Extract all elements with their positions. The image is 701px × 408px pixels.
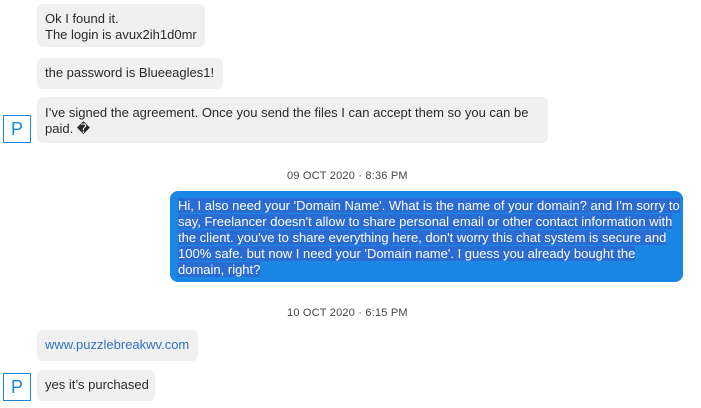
incoming-message-bubble: www.puzzlebreakwv.com — [37, 330, 198, 361]
outgoing-message-bubble: Hi, I also need your 'Domain Name'. What… — [170, 191, 683, 282]
incoming-message-bubble: yes it’s purchased — [37, 370, 155, 401]
user-avatar[interactable]: P — [3, 115, 31, 143]
message-text: domain, right? — [178, 262, 675, 278]
message-text: the client. you've to share everything h… — [178, 230, 675, 246]
selected-text: say, Freelancer doesn't allow to share p… — [178, 214, 673, 229]
message-link[interactable]: www.puzzlebreakwv.com — [45, 337, 190, 353]
selected-text: domain, right? — [178, 262, 261, 277]
date-separator: 10 OCT 2020 · 6:15 PM — [287, 307, 408, 319]
selected-text: 100% safe. but now I need your 'Domain n… — [178, 246, 636, 261]
incoming-message-bubble: I’ve signed the agreement. Once you send… — [37, 97, 548, 143]
message-text: The login is avux2ih1d0mr — [45, 27, 197, 42]
message-text: yes it’s purchased — [45, 377, 149, 392]
avatar-initial: P — [10, 377, 23, 397]
user-avatar[interactable]: P — [3, 373, 31, 401]
message-text: Ok I found it. — [45, 11, 119, 26]
message-text: I’ve signed the agreement. Once you send… — [45, 105, 529, 120]
chat-thread: Ok I found it. The login is avux2ih1d0mr… — [0, 0, 701, 408]
incoming-message-bubble: the password is Blueeagles1! — [37, 58, 223, 89]
message-text: 100% safe. but now I need your 'Domain n… — [178, 246, 675, 262]
selected-text: Hi, I also need your 'Domain Name'. What… — [178, 198, 680, 213]
message-text: say, Freelancer doesn't allow to share p… — [178, 214, 675, 230]
date-separator: 09 OCT 2020 · 8:36 PM — [287, 170, 408, 182]
selected-text: the client. you've to share everything h… — [178, 230, 667, 245]
avatar-initial: P — [10, 119, 23, 139]
message-text: paid. � — [45, 121, 91, 136]
message-text: the password is Blueeagles1! — [45, 65, 215, 80]
incoming-message-bubble: Ok I found it. The login is avux2ih1d0mr — [37, 4, 205, 47]
message-text: Hi, I also need your 'Domain Name'. What… — [178, 198, 680, 214]
